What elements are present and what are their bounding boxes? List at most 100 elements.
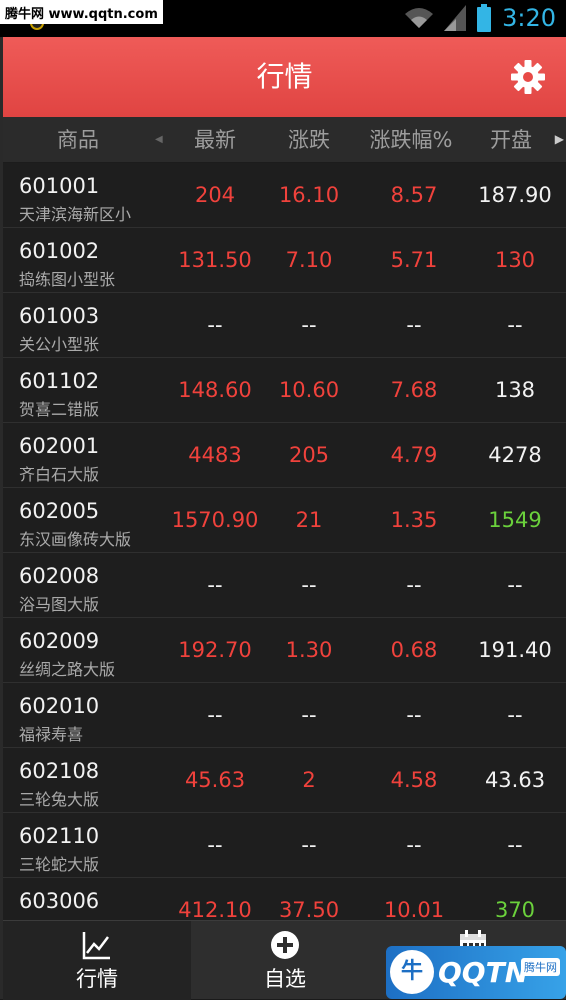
signal-icon: [444, 5, 467, 31]
tab-watchlist[interactable]: 自选: [191, 921, 379, 1000]
table-row[interactable]: 602108 三轮兔大版 45.63 2 4.58 43.63: [3, 748, 566, 813]
stock-code: 602009: [19, 629, 100, 653]
site-logo: 牛 QQTN 腾牛网: [386, 946, 566, 999]
open-price: 187.90: [478, 183, 552, 207]
status-time: 3:20: [502, 4, 556, 32]
change-percent: 4.58: [390, 768, 438, 792]
chart-icon: [82, 932, 110, 960]
price-change: 37.50: [278, 898, 340, 920]
table-row[interactable]: 601102 贺喜二错版 148.60 10.60 7.68 138: [3, 358, 566, 423]
latest-price: 1570.90: [171, 508, 259, 532]
stock-name: 丝绸之路大版: [19, 660, 116, 679]
stock-name: 东汉画像砖大版: [19, 530, 132, 549]
price-change: --: [301, 703, 317, 727]
open-price: 370: [494, 898, 536, 920]
open-price: 191.40: [478, 638, 552, 662]
stock-name: 齐白石大版: [19, 465, 100, 484]
tab-market[interactable]: 行情: [3, 921, 191, 1000]
price-change: --: [301, 313, 317, 337]
stock-code: 603006: [19, 889, 100, 913]
page-title: 行情: [256, 60, 313, 93]
scroll-left-icon[interactable]: ◀: [155, 134, 163, 145]
table-row[interactable]: 602001 齐白石大版 4483 205 4.79 4278: [3, 423, 566, 488]
price-change: --: [301, 573, 317, 597]
latest-price: --: [207, 573, 223, 597]
table-row[interactable]: 602009 丝绸之路大版 192.70 1.30 0.68 191.40: [3, 618, 566, 683]
price-change: 2: [302, 768, 316, 792]
gear-icon[interactable]: [510, 59, 546, 95]
price-change: 16.10: [278, 183, 340, 207]
column-header-open[interactable]: 开盘: [465, 117, 557, 163]
table-row[interactable]: 602005 东汉画像砖大版 1570.90 21 1.35 1549: [3, 488, 566, 553]
price-change: 205: [288, 443, 330, 467]
column-header-change-pct[interactable]: 涨跌幅%: [355, 117, 467, 163]
change-percent: --: [406, 833, 422, 857]
stock-name: 捣练图小型张: [19, 270, 116, 289]
change-percent: 7.68: [390, 378, 438, 402]
price-change: 1.30: [285, 638, 333, 662]
table-row[interactable]: 601002 捣练图小型张 131.50 7.10 5.71 130: [3, 228, 566, 293]
table-row[interactable]: 601003 关公小型张 -- -- -- --: [3, 293, 566, 358]
latest-price: --: [207, 703, 223, 727]
stock-name: 贺喜二错版: [19, 400, 100, 419]
stock-code: 601002: [19, 239, 100, 263]
open-price: 1549: [488, 508, 542, 532]
open-price: 130: [494, 248, 536, 272]
stock-code: 601102: [19, 369, 100, 393]
stock-code: 602010: [19, 694, 100, 718]
stock-code: 601001: [19, 174, 100, 198]
open-price: --: [507, 703, 523, 727]
stock-name: 天津滨海新区小: [19, 205, 132, 224]
wifi-icon: [405, 8, 434, 28]
logo-mark: 牛: [390, 950, 434, 994]
open-price: 4278: [488, 443, 542, 467]
table-row[interactable]: 603006三轮牛大版412.1037.5010.01370: [3, 878, 566, 920]
latest-price: --: [207, 833, 223, 857]
table-row[interactable]: 601001 天津滨海新区小 204 16.10 8.57 187.90: [3, 163, 566, 228]
change-percent: 1.35: [390, 508, 438, 532]
open-price: --: [507, 833, 523, 857]
latest-price: 45.63: [184, 768, 246, 792]
latest-price: 4483: [188, 443, 242, 467]
change-percent: 0.68: [390, 638, 438, 662]
stock-code: 602108: [19, 759, 100, 783]
column-header-name[interactable]: 商品: [33, 117, 123, 163]
plus-circle-icon: [271, 931, 299, 959]
stock-code: 601003: [19, 304, 100, 328]
stock-code: 602005: [19, 499, 100, 523]
column-header-latest[interactable]: 最新: [163, 117, 267, 163]
change-percent: --: [406, 313, 422, 337]
price-change: 10.60: [278, 378, 340, 402]
change-percent: 8.57: [390, 183, 438, 207]
table-row[interactable]: 602110 三轮蛇大版 -- -- -- --: [3, 813, 566, 878]
table-row[interactable]: 602008 浴马图大版 -- -- -- --: [3, 553, 566, 618]
watermark: 腾牛网 www.qqtn.com: [0, 0, 163, 24]
change-percent: 4.79: [390, 443, 438, 467]
stock-code: 602110: [19, 824, 100, 848]
open-price: 43.63: [484, 768, 546, 792]
table-row[interactable]: 602010 福禄寿喜 -- -- -- --: [3, 683, 566, 748]
price-change: --: [301, 833, 317, 857]
open-price: --: [507, 313, 523, 337]
price-change: 21: [295, 508, 323, 532]
tab-label: 行情: [76, 967, 118, 991]
latest-price: 204: [194, 183, 236, 207]
stock-code: 602008: [19, 564, 100, 588]
change-percent: --: [406, 573, 422, 597]
logo-text: QQTN: [438, 956, 529, 989]
change-percent: 5.71: [390, 248, 438, 272]
latest-price: 148.60: [178, 378, 252, 402]
table-header: 商品 ◀ 最新 涨跌 涨跌幅% 开盘 ▶: [3, 117, 566, 163]
open-price: 138: [494, 378, 536, 402]
latest-price: 131.50: [178, 248, 252, 272]
stock-code: 602001: [19, 434, 100, 458]
tab-label: 自选: [264, 967, 306, 991]
stock-name: 三轮兔大版: [19, 790, 100, 809]
scroll-right-icon[interactable]: ▶: [555, 132, 564, 146]
latest-price: --: [207, 313, 223, 337]
title-bar: 行情: [3, 37, 566, 117]
column-header-change[interactable]: 涨跌: [259, 117, 359, 163]
stock-name: 浴马图大版: [19, 595, 100, 614]
quote-table: 601001 天津滨海新区小 204 16.10 8.57 187.90 601002 捣练图…: [3, 163, 566, 920]
change-percent: 10.01: [383, 898, 445, 920]
